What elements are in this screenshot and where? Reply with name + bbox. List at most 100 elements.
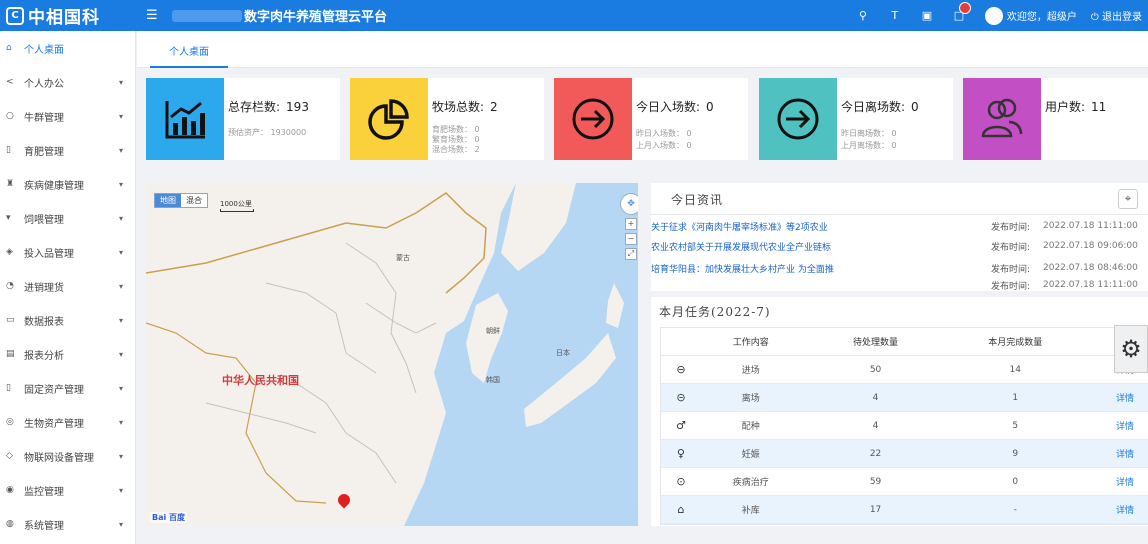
news-link[interactable]: 培育华阳县：加快发展壮大乡村产业 为全面推 [651, 262, 991, 275]
bell-icon[interactable]: □ [947, 2, 971, 22]
user-icon[interactable] [984, 6, 1003, 25]
stat-card-today-out[interactable]: 今日离场数: 0 昨日离场数： 0 上月离场数： 0 [759, 78, 953, 160]
sidebar-item-bio-assets[interactable]: ◎ 生物资产管理 ▾ [0, 405, 135, 439]
settings-gear-icon[interactable]: ⚙ [1114, 325, 1148, 373]
map-type-map[interactable]: 地图 [155, 194, 181, 207]
sidebar-item-data-report[interactable]: ▭ 数据报表 ▾ [0, 303, 135, 337]
expand-icon[interactable]: ⌖ [1118, 189, 1138, 209]
map-panel[interactable]: 地图 混合 1000公里 ✥ + − ⤢ 蒙古 朝鲜 韩国 日本 中华人民共和国… [146, 183, 638, 526]
map-controls: ✥ + − ⤢ [620, 193, 638, 260]
sidebar-item-monitor[interactable]: ◉ 监控管理 ▾ [0, 473, 135, 507]
card-title-label: 牧场总数: [432, 100, 485, 114]
share-icon: < [6, 77, 14, 87]
sidebar-item-fattening[interactable]: ▯ 育肥管理 ▾ [0, 133, 135, 167]
card-value: 2 [490, 100, 498, 114]
sidebar-item-label: 投入品管理 [24, 248, 74, 260]
map-label-mongolia: 蒙古 [396, 254, 410, 262]
exit-icon: ⊝ [676, 391, 686, 404]
sidebar-item-iot[interactable]: ◇ 物联网设备管理 ▾ [0, 439, 135, 473]
document-icon[interactable]: ▣ [915, 9, 939, 22]
sidebar-item-sales[interactable]: ◔ 进销理货 ▾ [0, 269, 135, 303]
task-name: 配种 [741, 422, 760, 432]
cart-icon: ◔ [6, 281, 14, 291]
tab-desktop[interactable]: 个人桌面 [150, 41, 228, 68]
map-label-north-korea: 朝鲜 [486, 327, 500, 335]
logout-button[interactable]: ⏻ 退出登录 [1091, 8, 1142, 23]
news-item[interactable]: 培育华阳县：加快发展壮大乡村产业 为全面推 发布时间: 2022.07.18 0… [651, 258, 1148, 278]
sidebar-item-label: 数据报表 [24, 316, 64, 328]
sidebar-item-system[interactable]: ◍ 系统管理 ▾ [0, 507, 135, 541]
card-title-label: 今日入场数: [636, 100, 701, 114]
news-date: 2022.07.18 09:06:00 [1043, 241, 1138, 251]
chevron-down-icon: ▾ [119, 247, 124, 257]
task-name: 疾病治疗 [732, 478, 769, 488]
sidebar-item-office[interactable]: < 个人办公 ▾ [0, 65, 135, 99]
table-header: 工作内容 待处理数量 本月完成数量 操作 [661, 328, 1148, 356]
stat-card-total-stock[interactable]: 总存栏数: 193 预估资产： 1930000 [146, 78, 340, 160]
task-done: 14 [1009, 364, 1021, 375]
welcome-text[interactable]: 欢迎您，超级户 [1007, 8, 1077, 23]
chevron-down-icon: ▾ [119, 281, 124, 291]
stat-card-users[interactable]: 用户数: 11 [963, 78, 1148, 160]
sidebar-item-feeding[interactable]: ▾ 饲喂管理 ▾ [0, 201, 135, 235]
sidebar-item-inputs[interactable]: ◈ 投入品管理 ▾ [0, 235, 135, 269]
card-sub: 预估资产： 1930000 [228, 128, 307, 137]
sidebar-item-desktop[interactable]: ⌂ 个人桌面 [0, 31, 135, 65]
sidebar-item-herd[interactable]: ○ 牛群管理 ▾ [0, 99, 135, 133]
top-bar: C 中相国科 ☰ 数字肉牛养殖管理云平台 ⚲ T ▣ □ 欢迎您，超级户 ⏻ 退… [0, 0, 1148, 31]
chevron-down-icon: ▾ [119, 349, 124, 359]
female-icon: ♀ [676, 447, 685, 460]
detail-link[interactable]: 详情 [1080, 391, 1148, 404]
news-publish-label: 发布时间: [991, 264, 1031, 275]
map-scale-label: 1000公里 [220, 200, 252, 208]
stat-card-farms[interactable]: 牧场总数: 2 育肥场数： 0 繁育场数： 0 混合场数： 2 [350, 78, 544, 160]
bio-asset-icon: ◎ [6, 417, 14, 427]
sidebar-item-label: 饲喂管理 [24, 214, 64, 226]
chevron-down-icon: ▾ [119, 383, 124, 393]
news-date: 2022.07.18 11:11:00 [1043, 221, 1138, 231]
male-icon: ♂ [676, 419, 686, 432]
zoom-in-button[interactable]: + [625, 218, 637, 230]
task-pending: 4 [872, 392, 879, 403]
detail-link[interactable]: 详情 [1080, 419, 1148, 432]
map-pan-icon[interactable]: ✥ [620, 193, 638, 215]
logo-mark: C [6, 6, 24, 25]
news-item[interactable]: 农业农村部关于开展发展现代农业全产业链标 发布时间: 2022.07.18 09… [651, 236, 1148, 256]
news-item[interactable]: 关于征求《河南肉牛屠宰场标准》等2项农业 发布时间: 2022.07.18 11… [651, 216, 1148, 236]
power-icon: ⏻ [1090, 12, 1099, 23]
detail-link[interactable]: 详情 [1080, 503, 1148, 516]
card-title: 今日入场数: 0 [636, 98, 714, 115]
column-header: 本月完成数量 [988, 338, 1043, 348]
sidebar-item-label: 个人桌面 [24, 44, 64, 56]
stat-card-today-in[interactable]: 今日入场数: 0 昨日入场数： 0 上月入场数： 0 [554, 78, 748, 160]
news-link[interactable]: 农业农村部关于开展发展现代农业全产业链标 [651, 240, 991, 253]
fullscreen-icon[interactable]: ⤢ [625, 248, 637, 260]
sidebar-item-analysis[interactable]: ▤ 报表分析 ▾ [0, 337, 135, 371]
sidebar-item-health[interactable]: ♜ 疾病健康管理 ▾ [0, 167, 135, 201]
card-sub: 混合场数： 2 [432, 145, 480, 154]
sidebar-item-label: 牛群管理 [24, 112, 64, 124]
sidebar-item-fixed-assets[interactable]: ▯ 固定资产管理 ▾ [0, 371, 135, 405]
sidebar-item-label: 固定资产管理 [24, 384, 84, 396]
map-country-label: 中华人民共和国 [222, 374, 299, 387]
news-link[interactable]: 关于征求《河南肉牛屠宰场标准》等2项农业 [651, 220, 991, 233]
card-value: 193 [286, 100, 309, 114]
map-type-hybrid[interactable]: 混合 [181, 194, 207, 207]
detail-link[interactable]: 详情 [1080, 475, 1148, 488]
search-icon[interactable]: ⚲ [851, 9, 875, 22]
zoom-out-button[interactable]: − [625, 233, 637, 245]
task-pending: 17 [869, 504, 882, 515]
card-sub: 上月离场数： 0 [841, 141, 897, 150]
news-item[interactable]: 发布时间: 2022.07.18 11:11:00 [651, 279, 1148, 291]
map-type-toggle[interactable]: 地图 混合 [154, 193, 208, 208]
calendar-icon: ▯ [6, 145, 11, 155]
font-size-icon[interactable]: T [883, 9, 907, 22]
task-done: 0 [1012, 476, 1019, 487]
table-row: ⊖ 进场 50 14 详情 [661, 356, 1148, 384]
menu-toggle-icon[interactable]: ☰ [146, 8, 162, 23]
card-value: 0 [706, 100, 714, 114]
news-date: 2022.07.18 08:46:00 [1043, 263, 1138, 273]
card-title: 用户数: 11 [1045, 98, 1106, 115]
detail-link[interactable]: 详情 [1080, 447, 1148, 460]
map-label-south-korea: 韩国 [486, 376, 500, 384]
